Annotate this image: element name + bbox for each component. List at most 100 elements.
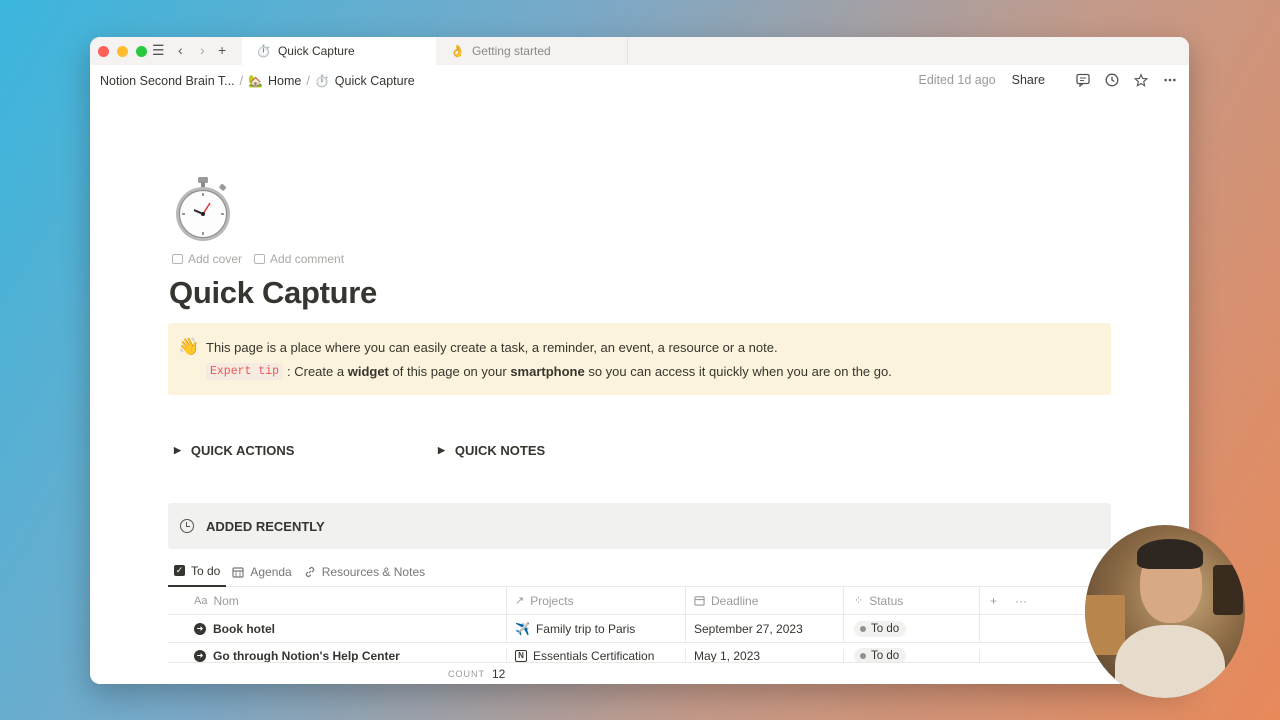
callout-block[interactable]: 👋 This page is a place where you can eas…: [168, 323, 1111, 395]
add-comment-button[interactable]: Add comment: [254, 252, 344, 266]
status-dot-icon: [860, 652, 866, 659]
row-project-cell[interactable]: N Essentials Certification: [507, 649, 686, 662]
maximize-window-button[interactable]: [136, 45, 147, 57]
status-dot-icon: [860, 625, 866, 632]
view-tab-resources-notes[interactable]: Resources & Notes: [298, 557, 431, 587]
calendar-icon: [232, 566, 244, 578]
row-name: Book hotel: [213, 621, 275, 636]
column-header-label: Projects: [530, 593, 574, 608]
row-project-cell[interactable]: ✈️ Family trip to Paris: [507, 615, 686, 642]
view-label: Resources & Notes: [321, 564, 426, 579]
tab-quick-capture[interactable]: ⏱️ Quick Capture: [242, 37, 436, 65]
more-options-icon[interactable]: ···: [1015, 594, 1027, 608]
view-label: Agenda: [250, 564, 292, 579]
breadcrumb-separator: /: [306, 74, 310, 88]
status-badge: To do: [854, 647, 907, 662]
checkbox-icon: ✓: [174, 565, 185, 576]
link-icon: [305, 566, 314, 577]
toggle-quick-notes[interactable]: ▶ QUICK NOTES: [438, 443, 545, 458]
airplane-icon: ✈️: [515, 621, 530, 636]
tab-label: Getting started: [471, 44, 551, 58]
count-label: COUNT: [448, 669, 485, 679]
row-status-cell[interactable]: To do: [844, 647, 980, 662]
breadcrumb-workspace[interactable]: Notion Second Brain T...: [100, 74, 235, 88]
column-header-label: Status: [869, 593, 904, 608]
close-window-button[interactable]: [98, 45, 109, 57]
text-property-icon: Aa: [194, 594, 208, 607]
app-window: ☰ ‹ › + ⏱️ Quick Capture 👌 Getting start…: [90, 37, 1189, 684]
webcam-background-shelf: [1085, 595, 1125, 655]
favorite-star-icon[interactable]: [1134, 72, 1148, 87]
row-status-cell[interactable]: To do: [844, 615, 980, 642]
row-deadline-cell[interactable]: September 27, 2023: [686, 615, 844, 642]
comment-icon: [254, 254, 266, 264]
toggle-quick-actions[interactable]: ▶ QUICK ACTIONS: [174, 443, 294, 458]
webcam-background-frame: [1213, 565, 1243, 615]
row-deadline-cell[interactable]: May 1, 2023: [686, 649, 844, 662]
status-label: To do: [871, 649, 900, 662]
share-button[interactable]: Share: [1012, 73, 1045, 87]
tip-text-part: so you can access it quickly when you ar…: [584, 364, 892, 379]
column-header-status[interactable]: ⁘ Status: [844, 587, 980, 614]
column-header-projects[interactable]: ↗ Projects: [507, 587, 686, 614]
page-toolbar: Edited 1d ago Share: [918, 72, 1177, 87]
window-controls: [98, 45, 147, 57]
tip-text: : Create a widget of this page on your s…: [287, 364, 892, 379]
count-value: 12: [492, 667, 506, 681]
tip-text-part: of this page on your: [388, 364, 511, 379]
row-project: Essentials Certification: [533, 648, 655, 663]
add-comment-label: Add comment: [270, 252, 345, 266]
table-row[interactable]: ➜ Book hotel ✈️ Family trip to Paris Sep…: [168, 615, 1111, 643]
breadcrumb-current-page[interactable]: Quick Capture: [335, 74, 415, 88]
table-row[interactable]: ➜ Go through Notion's Help Center N Esse…: [168, 643, 1111, 663]
forward-arrow-icon[interactable]: ›: [200, 42, 205, 58]
webcam-person-hair: [1137, 539, 1203, 569]
clock-icon: [180, 519, 194, 533]
waving-hand-icon: 👋: [178, 337, 200, 356]
row-name-cell[interactable]: ➜ Book hotel: [168, 615, 507, 642]
tip-text-bold: smartphone: [510, 364, 585, 379]
add-column-plus-icon[interactable]: +: [990, 594, 997, 608]
page-title[interactable]: Quick Capture: [169, 275, 377, 311]
sidebar-menu-icon[interactable]: ☰: [152, 42, 165, 59]
more-options-icon[interactable]: [1163, 73, 1177, 87]
add-cover-label: Add cover: [188, 252, 243, 266]
add-cover-button[interactable]: Add cover: [172, 252, 242, 266]
minimize-window-button[interactable]: [117, 45, 128, 57]
column-header-label: Deadline: [711, 593, 759, 608]
section-title: ADDED RECENTLY: [206, 518, 325, 534]
table-header-row: Aa Nom ↗ Projects Deadline ⁘ Status + ··…: [168, 587, 1111, 615]
title-bar: ☰ ‹ › + ⏱️ Quick Capture 👌 Getting start…: [90, 37, 1189, 65]
ok-hand-icon: 👌: [450, 44, 465, 58]
row-name-cell[interactable]: ➜ Go through Notion's Help Center: [168, 649, 507, 662]
callout-tip: Expert tip : Create a widget of this pag…: [206, 363, 892, 380]
new-tab-plus-icon[interactable]: +: [218, 42, 226, 58]
breadcrumb: Notion Second Brain T... / 🏡 Home / ⏱️ Q…: [100, 74, 415, 88]
page-actions: Add cover Add comment: [172, 252, 344, 266]
inline-code: Expert tip: [206, 363, 284, 380]
edited-status: Edited 1d ago: [918, 73, 996, 87]
tab-label: Quick Capture: [277, 44, 355, 58]
breadcrumb-home[interactable]: Home: [268, 74, 301, 88]
column-header-deadline[interactable]: Deadline: [686, 587, 844, 614]
column-header-name[interactable]: Aa Nom: [168, 587, 507, 614]
status-badge: To do: [854, 620, 907, 637]
view-tab-to-do[interactable]: ✓ To do: [168, 557, 227, 587]
stopwatch-icon[interactable]: [172, 175, 234, 243]
history-clock-icon[interactable]: [1105, 73, 1119, 87]
callout-text: This page is a place where you can easil…: [206, 340, 778, 355]
triangle-right-icon: ▶: [438, 445, 445, 455]
page-topbar: Notion Second Brain T... / 🏡 Home / ⏱️ Q…: [90, 65, 1189, 97]
back-arrow-icon[interactable]: ‹: [178, 42, 183, 58]
comment-icon[interactable]: [1076, 73, 1090, 87]
stopwatch-icon: ⏱️: [314, 74, 330, 88]
view-tab-agenda[interactable]: Agenda: [226, 557, 297, 587]
arrow-circle-icon: ➜: [194, 649, 206, 662]
status-spinner-icon: ⁘: [854, 595, 864, 607]
arrow-circle-icon: ➜: [194, 622, 206, 635]
toggle-label: QUICK ACTIONS: [190, 443, 295, 458]
database-table: Aa Nom ↗ Projects Deadline ⁘ Status + ··…: [168, 587, 1111, 663]
breadcrumb-separator: /: [239, 74, 244, 88]
tab-getting-started[interactable]: 👌 Getting started: [436, 37, 628, 65]
house-icon: 🏡: [248, 74, 264, 88]
